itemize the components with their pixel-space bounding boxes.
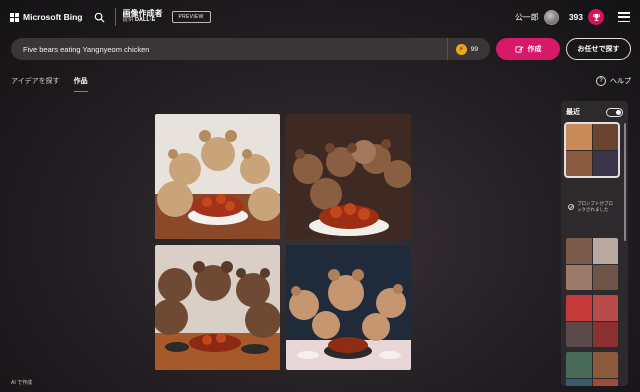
surprise-me-button[interactable]: お任せで探す (566, 38, 631, 60)
help-label: ヘルプ (610, 78, 631, 85)
rewards-trophy-icon[interactable] (588, 9, 604, 25)
main-tabs: アイデアを探す 作品 (11, 76, 88, 92)
recent-header: 最近 (566, 105, 623, 119)
boost-counter[interactable]: ⚡ 99 (446, 38, 490, 60)
recent-blocked-item[interactable]: プロンプトがブロックされました (566, 181, 618, 233)
create-button[interactable]: 作成 (496, 38, 560, 60)
generated-images-grid (155, 114, 411, 370)
generated-image-4[interactable] (286, 245, 411, 370)
username[interactable]: 公一郎 (515, 12, 539, 23)
recent-thumbnail-4[interactable] (566, 352, 618, 386)
brand-name: Microsoft Bing (23, 12, 83, 22)
create-icon (514, 45, 523, 53)
boost-bolt-icon: ⚡ (455, 43, 467, 55)
made-with-ai-label: AI で作成 (11, 380, 33, 386)
hamburger-menu-icon[interactable] (618, 12, 630, 22)
recent-thumbnail-2[interactable] (566, 238, 618, 290)
windows-logo-icon (10, 12, 19, 22)
prompt-input[interactable]: Five bears eating Yangnyeom chicken (23, 45, 447, 54)
recent-thumbnail-1[interactable] (564, 122, 620, 178)
recent-scrollbar[interactable] (624, 123, 626, 241)
recent-panel: 最近 プロンプトがブロックされました (561, 101, 628, 386)
powered-by-name: DALL·E (135, 17, 156, 24)
powered-by-prefix: 提供 (122, 17, 134, 24)
blocked-text: プロンプトがブロックされました (577, 201, 613, 212)
search-icon[interactable] (93, 10, 107, 24)
recent-thumbnail-3[interactable] (566, 295, 618, 347)
tab-explore-ideas[interactable]: アイデアを探す (11, 76, 60, 92)
boost-count: 99 (470, 45, 478, 53)
help-link[interactable]: ? ヘルプ (596, 76, 631, 86)
top-header: Microsoft Bing 画像作成者 提供 DALL·E PREVIEW 公… (0, 0, 640, 34)
avatar[interactable] (543, 9, 559, 25)
account-area: 公一郎 393 (515, 9, 630, 25)
preview-badge: PREVIEW (171, 11, 211, 23)
rewards-points[interactable]: 393 (569, 12, 583, 22)
generated-image-1[interactable] (155, 114, 280, 239)
recent-title: 最近 (566, 109, 580, 116)
microsoft-bing-logo[interactable]: Microsoft Bing (10, 12, 83, 22)
header-divider (114, 8, 116, 26)
blocked-icon (568, 204, 574, 210)
image-creator-title[interactable]: 画像作成者 提供 DALL·E (122, 9, 163, 24)
recent-toggle[interactable] (606, 107, 623, 117)
tab-creations[interactable]: 作品 (73, 76, 88, 92)
generated-image-3[interactable] (155, 245, 280, 370)
prompt-bar[interactable]: Five bears eating Yangnyeom chicken ⚡ 99 (11, 38, 490, 60)
help-icon: ? (596, 76, 606, 86)
generated-image-2[interactable] (286, 114, 411, 239)
powered-by: 提供 DALL·E (122, 17, 163, 24)
create-label: 作成 (527, 46, 542, 53)
